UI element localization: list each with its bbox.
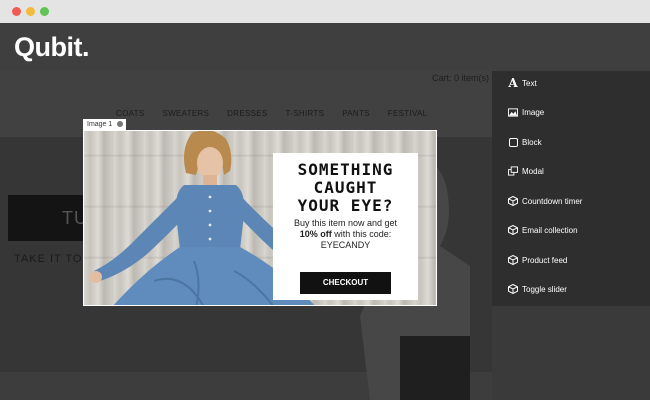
menu-item-block[interactable]: Block bbox=[492, 132, 650, 152]
menu-empty-area bbox=[492, 306, 650, 400]
checkout-button[interactable]: CHECKOUT bbox=[300, 272, 391, 294]
image-icon bbox=[508, 107, 518, 117]
modal-icon bbox=[508, 166, 518, 176]
cube-icon bbox=[508, 225, 518, 235]
text-icon: A bbox=[508, 76, 518, 90]
menu-item-product-feed[interactable]: Product feed bbox=[492, 250, 650, 270]
block-icon bbox=[508, 137, 518, 147]
offer-panel: SOMETHING CAUGHT YOUR EYE? Buy this item… bbox=[273, 153, 418, 300]
site-header: Cart: 0 item(s) - COATS SWEATERS DRESSES… bbox=[0, 71, 492, 137]
window-chrome bbox=[0, 0, 650, 23]
nav-sweaters[interactable]: SWEATERS bbox=[162, 109, 209, 118]
menu-item-email-collection[interactable]: Email collection bbox=[492, 220, 650, 240]
offer-description: Buy this item now and get 10% off with t… bbox=[273, 218, 418, 251]
offer-headline: SOMETHING CAUGHT YOUR EYE? bbox=[297, 160, 394, 215]
cube-icon bbox=[508, 255, 518, 265]
cart-summary[interactable]: Cart: 0 item(s) - bbox=[432, 73, 492, 83]
menu-item-image[interactable]: Image bbox=[492, 102, 650, 122]
menu-item-toggle-slider[interactable]: Toggle slider bbox=[492, 279, 650, 299]
offer-discount: 10% off bbox=[299, 229, 332, 239]
gear-icon[interactable] bbox=[117, 121, 124, 127]
menu-item-modal[interactable]: Modal bbox=[492, 161, 650, 181]
cube-icon bbox=[508, 196, 518, 206]
nav-festival[interactable]: FESTIVAL bbox=[388, 109, 428, 118]
nav-dresses[interactable]: DRESSES bbox=[227, 109, 267, 118]
selected-element-tag[interactable]: Image 1 bbox=[83, 119, 127, 130]
nav-t-shirts[interactable]: T-SHIRTS bbox=[286, 109, 325, 118]
maximize-window-button[interactable] bbox=[40, 7, 49, 16]
nav-pants[interactable]: PANTS bbox=[342, 109, 370, 118]
offer-code: EYECANDY bbox=[320, 240, 371, 250]
cube-icon bbox=[508, 284, 518, 294]
app-header: Qubit. bbox=[0, 23, 650, 71]
menu-item-countdown-timer[interactable]: Countdown timer bbox=[492, 191, 650, 211]
close-window-button[interactable] bbox=[12, 7, 21, 16]
selected-element-label: Image 1 bbox=[87, 121, 113, 128]
element-menu: A Text Image Block Modal Countdown timer… bbox=[492, 71, 650, 306]
menu-item-text[interactable]: A Text bbox=[492, 73, 650, 93]
nav-coats[interactable]: COATS bbox=[116, 109, 144, 118]
minimize-window-button[interactable] bbox=[26, 7, 35, 16]
site-nav: COATS SWEATERS DRESSES T-SHIRTS PANTS FE… bbox=[116, 109, 427, 118]
qubit-logo: Qubit. bbox=[14, 32, 89, 62]
